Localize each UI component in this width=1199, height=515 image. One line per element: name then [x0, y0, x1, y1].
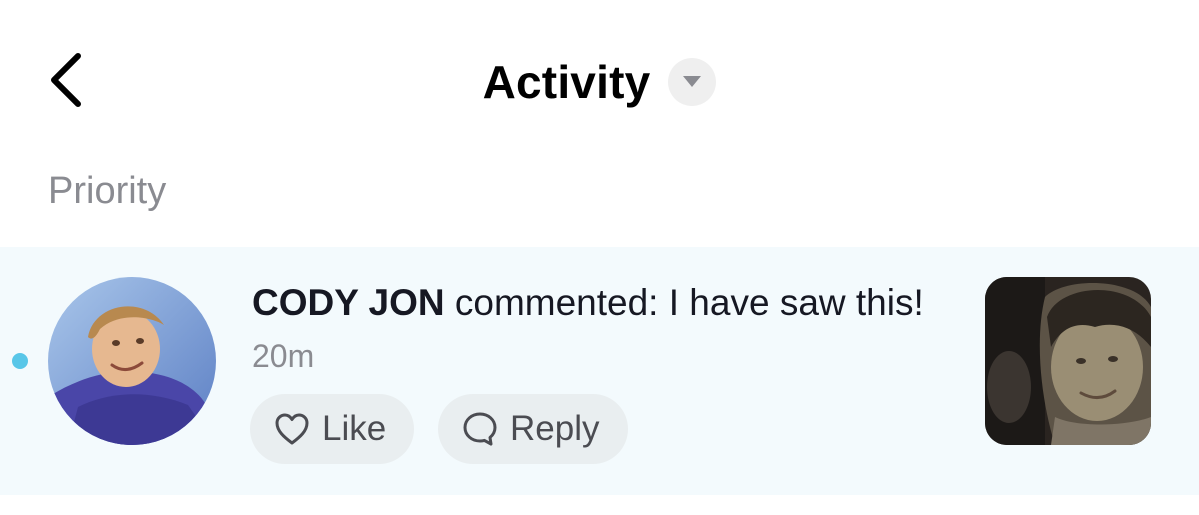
like-label: Like [322, 409, 387, 448]
comment-text: commented: I have saw this! [444, 282, 924, 323]
section-label: Priority [48, 170, 167, 212]
page-title[interactable]: Activity [483, 55, 651, 109]
heart-outline-icon [275, 413, 309, 445]
reply-label: Reply [510, 409, 600, 448]
notification-text: CODY JON commented: I have saw this! 20m [252, 277, 952, 382]
reply-button[interactable]: Reply [438, 394, 628, 464]
title-group: Activity [0, 50, 1199, 114]
timestamp: 20m [252, 338, 315, 374]
caret-down-icon [683, 76, 702, 87]
action-buttons: Like Reply [250, 394, 628, 464]
like-button[interactable]: Like [250, 394, 414, 464]
avatar[interactable] [48, 277, 216, 445]
top-bar: Activity [0, 0, 1199, 160]
video-thumbnail[interactable] [985, 277, 1151, 445]
speech-bubble-icon [463, 412, 497, 446]
filter-dropdown-button[interactable] [668, 58, 717, 106]
video-thumbnail-photo [985, 277, 1151, 445]
notification-item[interactable]: CODY JON commented: I have saw this! 20m… [0, 247, 1199, 495]
unread-indicator [12, 353, 28, 369]
username-link[interactable]: CODY JON [252, 282, 445, 323]
activity-page: Activity Priority CODY JON commented: I … [0, 0, 1199, 515]
user-avatar-photo [48, 277, 216, 445]
